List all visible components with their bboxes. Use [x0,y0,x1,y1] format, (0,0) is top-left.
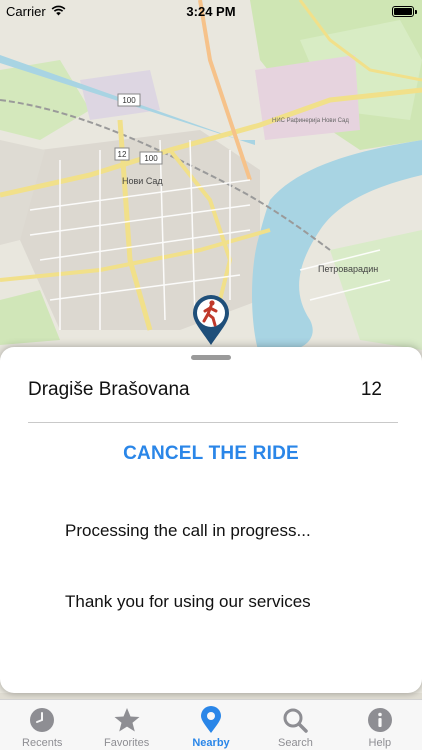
tab-nearby[interactable]: Nearby [169,700,253,750]
map-label-petrovaradin: Петроварадин [318,264,378,274]
wifi-icon [51,4,66,19]
tab-label: Search [277,737,313,749]
svg-text:100: 100 [144,154,158,163]
svg-text:12: 12 [118,150,127,159]
tab-favorites[interactable]: Favorites [84,700,168,750]
tab-label: Help [368,737,392,749]
clock-icon [27,705,57,735]
street-name: Dragiše Brašovana [28,379,190,400]
tab-label: Favorites [103,737,150,749]
location-marker[interactable] [191,294,231,346]
ride-status-sheet: Dragiše Brašovana 12 CANCEL THE RIDE Pro… [0,347,422,693]
road-shield-100-a: 100 [117,93,141,107]
tab-label: Nearby [192,737,230,749]
svg-text:100: 100 [122,96,136,105]
search-icon [280,705,310,735]
divider [28,422,398,423]
status-bar: Carrier 3:24 PM [0,0,422,22]
walking-person-pin-icon [193,295,229,345]
location-pin-icon [196,705,226,735]
tab-bar: Recents Favorites Nearby Search Help [0,699,422,750]
tab-recents[interactable]: Recents [0,700,84,750]
status-left: Carrier [6,4,66,19]
battery-icon [392,5,417,17]
tab-help[interactable]: Help [338,700,422,750]
star-icon [112,705,142,735]
sheet-grabber-handle[interactable] [191,355,231,360]
address-header: Dragiše Brašovana 12 [28,375,382,405]
carrier-label: Carrier [6,3,46,19]
tab-label: Recents [22,737,63,749]
road-shield-12: 12 [114,147,130,161]
map-label-nis-refinery: НИС Рафинерија Нови Сад [272,118,349,124]
street-number: 12 [360,379,382,400]
tab-search[interactable]: Search [253,700,337,750]
map-label-novi-sad: Нови Сад [122,176,163,186]
cancel-ride-button[interactable]: CANCEL THE RIDE [0,443,422,465]
processing-message: Processing the call in progress... [65,521,311,540]
road-shield-100-b: 100 [139,151,163,165]
info-icon [365,705,395,735]
thanks-message: Thank you for using our services [65,592,311,611]
